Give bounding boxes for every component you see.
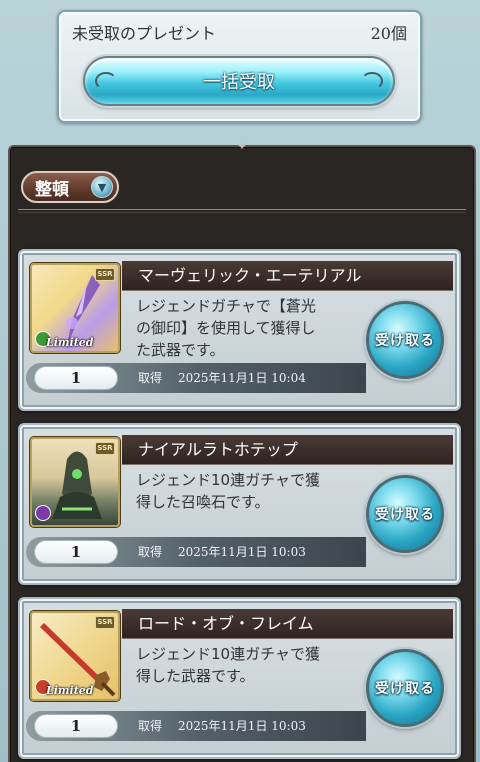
limited-label: Limited xyxy=(46,336,94,349)
item-description: レジェンド10連ガチャで獲 得した武器です。 xyxy=(136,643,368,687)
item-name: ロード・オブ・フレイム xyxy=(122,609,453,639)
item-thumbnail: SSR xyxy=(30,437,120,527)
unreceived-presents-label: 未受取のプレゼント xyxy=(72,24,217,43)
acquired-date: 2025年11月1日 10:03 xyxy=(178,719,306,733)
rarity-badge: SSR xyxy=(95,616,115,629)
unreceived-count: 20個 xyxy=(370,24,407,43)
receive-button[interactable]: 受け取る xyxy=(366,649,444,727)
item-meta-bar: 1 取得 2025年11月1日 10:03 xyxy=(26,711,366,741)
description-line: レジェンド10連ガチャで獲 xyxy=(136,471,320,489)
receive-button[interactable]: 受け取る xyxy=(366,475,444,553)
rarity-badge: SSR xyxy=(95,268,115,281)
element-icon xyxy=(35,505,51,521)
item-quantity: 1 xyxy=(34,714,118,738)
description-line: た武器です。 xyxy=(136,341,225,359)
description-line: 得した召喚石です。 xyxy=(136,493,270,511)
description-line: レジェンドガチャで【蒼光 xyxy=(136,297,316,315)
item-meta-bar: 1 取得 2025年11月1日 10:03 xyxy=(26,537,366,567)
frame-ornament-icon: ✦ xyxy=(236,139,248,153)
sort-label: 整頓 xyxy=(35,179,69,200)
ornament-left-icon xyxy=(95,72,117,90)
description-line: 得した武器です。 xyxy=(136,667,255,685)
description-line: の御印】を使用して獲得し xyxy=(136,319,316,337)
ornament-right-icon xyxy=(361,72,383,90)
acquired-date: 2025年11月1日 10:04 xyxy=(178,371,306,385)
acquired-date: 2025年11月1日 10:03 xyxy=(178,545,306,559)
unreceived-presents-panel: 未受取のプレゼント 20個 一括受取 xyxy=(57,10,422,123)
item-description: レジェンド10連ガチャで獲 得した召喚石です。 xyxy=(136,469,368,513)
chevron-down-icon: ▼ xyxy=(91,176,113,198)
item-name: マーヴェリック・エーテリアル xyxy=(122,261,453,291)
item-thumbnail: SSR Limited xyxy=(30,263,120,353)
sort-button[interactable]: 整頓 ▼ xyxy=(21,171,119,203)
item-thumbnail: SSR Limited xyxy=(30,611,120,701)
description-line: レジェンド10連ガチャで獲 xyxy=(136,645,320,663)
bulk-receive-label: 一括受取 xyxy=(203,72,275,93)
item-quantity: 1 xyxy=(34,540,118,564)
rarity-badge: SSR xyxy=(95,442,115,455)
present-item: SSR Limited マーヴェリック・エーテリアル レジェンドガチャで【蒼光 … xyxy=(18,249,461,411)
bulk-receive-button[interactable]: 一括受取 xyxy=(83,56,395,106)
item-description: レジェンドガチャで【蒼光 の御印】を使用して獲得し た武器です。 xyxy=(136,295,368,361)
limited-label: Limited xyxy=(46,684,94,697)
acquired-label: 取得 xyxy=(138,719,163,733)
present-item: SSR ナイアルラトホテップ レジェンド10連ガチャで獲 得した召喚石です。 1… xyxy=(18,423,461,585)
item-name: ナイアルラトホテップ xyxy=(122,435,453,465)
present-item: SSR Limited ロード・オブ・フレイム レジェンド10連ガチャで獲 得し… xyxy=(18,597,461,759)
present-list-area: ✦ 整頓 ▼ SSR Limited マーヴェリック・エーテリアル レジェンドガ… xyxy=(8,139,476,762)
item-quantity: 1 xyxy=(34,366,118,390)
acquired-label: 取得 xyxy=(138,371,163,385)
acquired-label: 取得 xyxy=(138,545,163,559)
divider xyxy=(18,209,466,213)
receive-button[interactable]: 受け取る xyxy=(366,301,444,379)
item-meta-bar: 1 取得 2025年11月1日 10:04 xyxy=(26,363,366,393)
